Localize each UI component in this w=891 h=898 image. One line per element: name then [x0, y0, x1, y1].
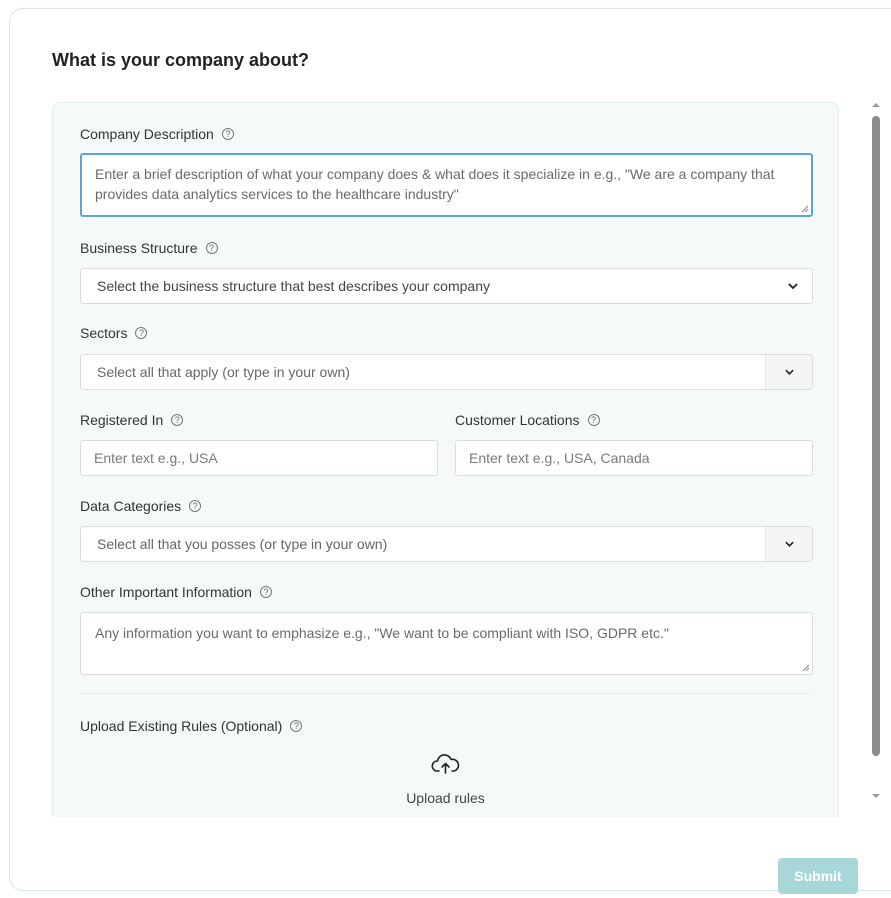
other-information-placeholder: Any information you want to emphasize e.…: [95, 625, 669, 641]
resize-grip-icon[interactable]: [801, 205, 809, 213]
help-icon[interactable]: ?: [189, 500, 202, 512]
registered-in-input[interactable]: Enter text e.g., USA: [80, 440, 438, 476]
other-information-label-row: Other Important Information ?: [80, 584, 272, 600]
help-icon[interactable]: ?: [259, 586, 272, 598]
registered-in-label-row: Registered In ?: [80, 412, 184, 428]
cloud-upload-icon: [430, 754, 459, 774]
other-information-label: Other Important Information: [80, 584, 252, 600]
upload-rules-button-label[interactable]: Upload rules: [53, 790, 838, 806]
sectors-dropdown-toggle[interactable]: [765, 355, 812, 389]
scroll-down-arrow-icon[interactable]: [871, 793, 881, 799]
registered-in-label: Registered In: [80, 412, 164, 428]
customer-locations-input[interactable]: Enter text e.g., USA, Canada: [455, 440, 813, 476]
resize-grip-icon[interactable]: [802, 664, 810, 672]
customer-locations-label: Customer Locations: [455, 412, 580, 428]
company-description-label-row: Company Description ?: [80, 126, 234, 142]
chevron-down-icon: [784, 541, 794, 547]
scrollbar-thumb[interactable]: [872, 116, 880, 756]
sectors-label: Sectors: [80, 325, 128, 341]
help-icon[interactable]: ?: [171, 414, 184, 426]
page-title: What is your company about?: [52, 50, 310, 70]
company-description-placeholder: Enter a brief description of what your c…: [95, 166, 775, 202]
business-structure-label: Business Structure: [80, 240, 198, 256]
company-description-label: Company Description: [80, 126, 214, 142]
data-categories-multiselect[interactable]: Select all that you posses (or type in y…: [80, 526, 813, 562]
data-categories-label-row: Data Categories ?: [80, 498, 202, 514]
data-categories-placeholder: Select all that you posses (or type in y…: [97, 536, 388, 552]
upload-rules-label: Upload Existing Rules (Optional): [80, 718, 283, 734]
upload-rules-dropzone[interactable]: Upload rules: [53, 753, 838, 806]
form-scrollbar[interactable]: [866, 96, 886, 806]
business-structure-select[interactable]: Select the business structure that best …: [80, 268, 813, 304]
form-panel: Company Description ? Enter a brief desc…: [52, 102, 839, 817]
sectors-label-row: Sectors ?: [80, 325, 148, 341]
help-icon[interactable]: ?: [587, 414, 600, 426]
sectors-placeholder: Select all that apply (or type in your o…: [97, 364, 350, 380]
other-information-textarea[interactable]: Any information you want to emphasize e.…: [80, 612, 813, 675]
chevron-down-icon: [788, 283, 798, 289]
help-icon[interactable]: ?: [221, 128, 234, 140]
sectors-multiselect[interactable]: Select all that apply (or type in your o…: [80, 354, 813, 390]
chevron-down-icon: [784, 369, 794, 375]
customer-locations-placeholder: Enter text e.g., USA, Canada: [469, 450, 650, 466]
help-icon[interactable]: ?: [135, 327, 148, 339]
business-structure-label-row: Business Structure ?: [80, 240, 218, 256]
upload-rules-label-row: Upload Existing Rules (Optional) ?: [80, 718, 303, 734]
help-icon[interactable]: ?: [290, 720, 303, 732]
submit-button[interactable]: Submit: [778, 858, 858, 894]
company-description-textarea[interactable]: Enter a brief description of what your c…: [80, 153, 813, 217]
help-icon[interactable]: ?: [205, 242, 218, 254]
section-divider: [80, 693, 811, 694]
customer-locations-label-row: Customer Locations ?: [455, 412, 600, 428]
data-categories-dropdown-toggle[interactable]: [765, 527, 812, 561]
data-categories-label: Data Categories: [80, 498, 182, 514]
registered-in-placeholder: Enter text e.g., USA: [94, 450, 218, 466]
scroll-up-arrow-icon[interactable]: [871, 102, 881, 108]
business-structure-selected: Select the business structure that best …: [97, 278, 490, 294]
